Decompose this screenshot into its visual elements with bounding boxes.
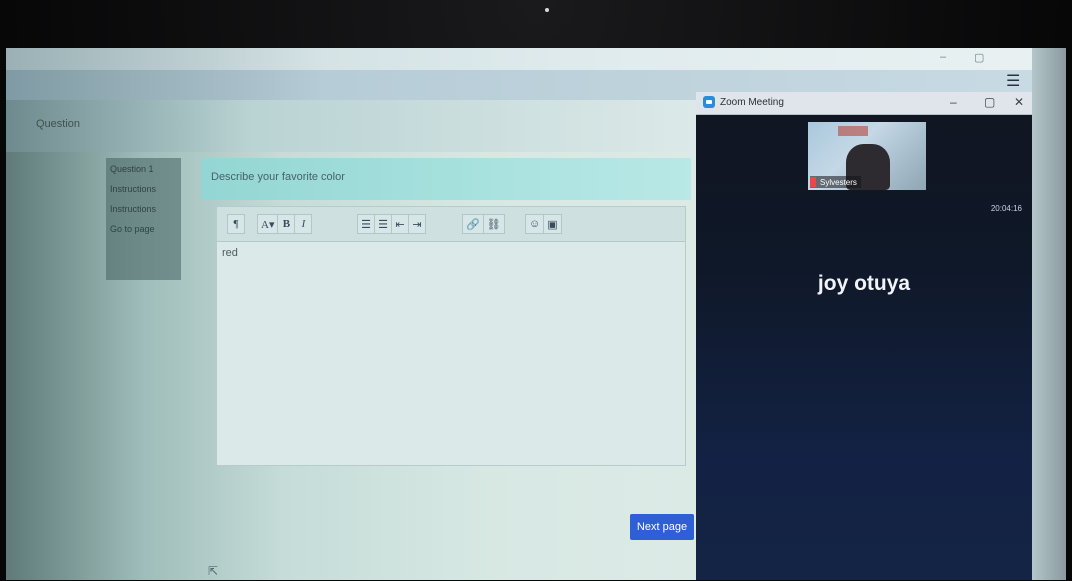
active-participant-name: joy otuya: [817, 272, 911, 295]
font-color-icon[interactable]: A▾: [257, 214, 279, 234]
toolbar-group-lists: ☰ ☰ ⇤ ⇥: [357, 214, 426, 234]
desktop-background-edge: [1032, 48, 1066, 580]
toolbar-group-format: ¶: [227, 214, 245, 234]
indent-icon[interactable]: ⇥: [408, 214, 426, 234]
rich-text-editor[interactable]: ¶ A▾ B I ☰ ☰ ⇤ ⇥ 🔗 ⛓ ☺ ▣ red: [216, 206, 686, 466]
next-page-button[interactable]: Next page: [630, 514, 694, 540]
question-label: Describe your favorite color: [211, 171, 345, 183]
hamburger-menu-icon[interactable]: ☰: [1006, 74, 1020, 90]
editor-toolbar: ¶ A▾ B I ☰ ☰ ⇤ ⇥ 🔗 ⛓ ☺ ▣: [217, 207, 685, 242]
laptop-screen: – ▢ ☰ Question Question 1 Instructions I…: [6, 48, 1066, 580]
zoom-minimize-button[interactable]: –: [950, 95, 957, 109]
webcam-indicator: [545, 8, 549, 12]
toolbar-group-links: 🔗 ⛓: [462, 214, 505, 234]
browser-minimize-button[interactable]: –: [940, 51, 946, 63]
nav-item-go-to-page[interactable]: Go to page: [110, 224, 177, 234]
muted-mic-icon: [810, 177, 816, 187]
meeting-timer: 20:04:16: [990, 204, 1022, 213]
browser-maximize-button[interactable]: ▢: [974, 51, 984, 64]
browser-title-bar: – ▢: [6, 48, 1066, 70]
toolbar-group-text: A▾ B I: [257, 214, 313, 234]
thumbnail-participant-name: Sylvesters: [820, 177, 857, 187]
toolbar-group-insert: ☺ ▣: [525, 214, 562, 234]
photo-frame: – ▢ ☰ Question Question 1 Instructions I…: [0, 0, 1072, 581]
left-navigation: Question 1 Instructions Instructions Go …: [106, 158, 181, 280]
numbered-list-icon[interactable]: ☰: [374, 214, 392, 234]
emoji-icon[interactable]: ☺: [525, 214, 545, 234]
nav-item-instructions[interactable]: Instructions: [110, 184, 177, 194]
paragraph-format-icon[interactable]: ¶: [227, 214, 245, 234]
site-header: Question: [6, 100, 696, 152]
thumbnail-background-detail: [838, 126, 868, 136]
zoom-meeting-window: Zoom Meeting – ▢ ✕ Sylvesters 20:04:16 j…: [696, 92, 1032, 580]
zoom-title-bar: Zoom Meeting – ▢ ✕: [696, 92, 1032, 115]
bullet-list-icon[interactable]: ☰: [357, 214, 375, 234]
zoom-maximize-button[interactable]: ▢: [984, 95, 995, 109]
nav-item-question[interactable]: Question 1: [110, 164, 177, 174]
link-icon[interactable]: 🔗: [462, 214, 484, 234]
unlink-icon[interactable]: ⛓: [482, 214, 505, 234]
participant-video-thumbnail[interactable]: Sylvesters: [808, 122, 926, 190]
question-header: Describe your favorite color: [201, 158, 691, 200]
site-header-text: Question: [36, 118, 81, 130]
outdent-icon[interactable]: ⇤: [391, 214, 409, 234]
thumbnail-name-tag: Sylvesters: [810, 176, 861, 188]
image-icon[interactable]: ▣: [543, 214, 562, 234]
zoom-window-title: Zoom Meeting: [720, 97, 784, 108]
zoom-close-button[interactable]: ✕: [1014, 95, 1024, 109]
zoom-logo-icon: [703, 96, 715, 108]
mouse-cursor-icon: ⇱: [208, 564, 219, 578]
nav-item-instructions-2[interactable]: Instructions: [110, 204, 177, 214]
bold-icon[interactable]: B: [277, 214, 296, 234]
italic-icon[interactable]: I: [294, 214, 313, 234]
answer-text[interactable]: red: [222, 247, 238, 259]
